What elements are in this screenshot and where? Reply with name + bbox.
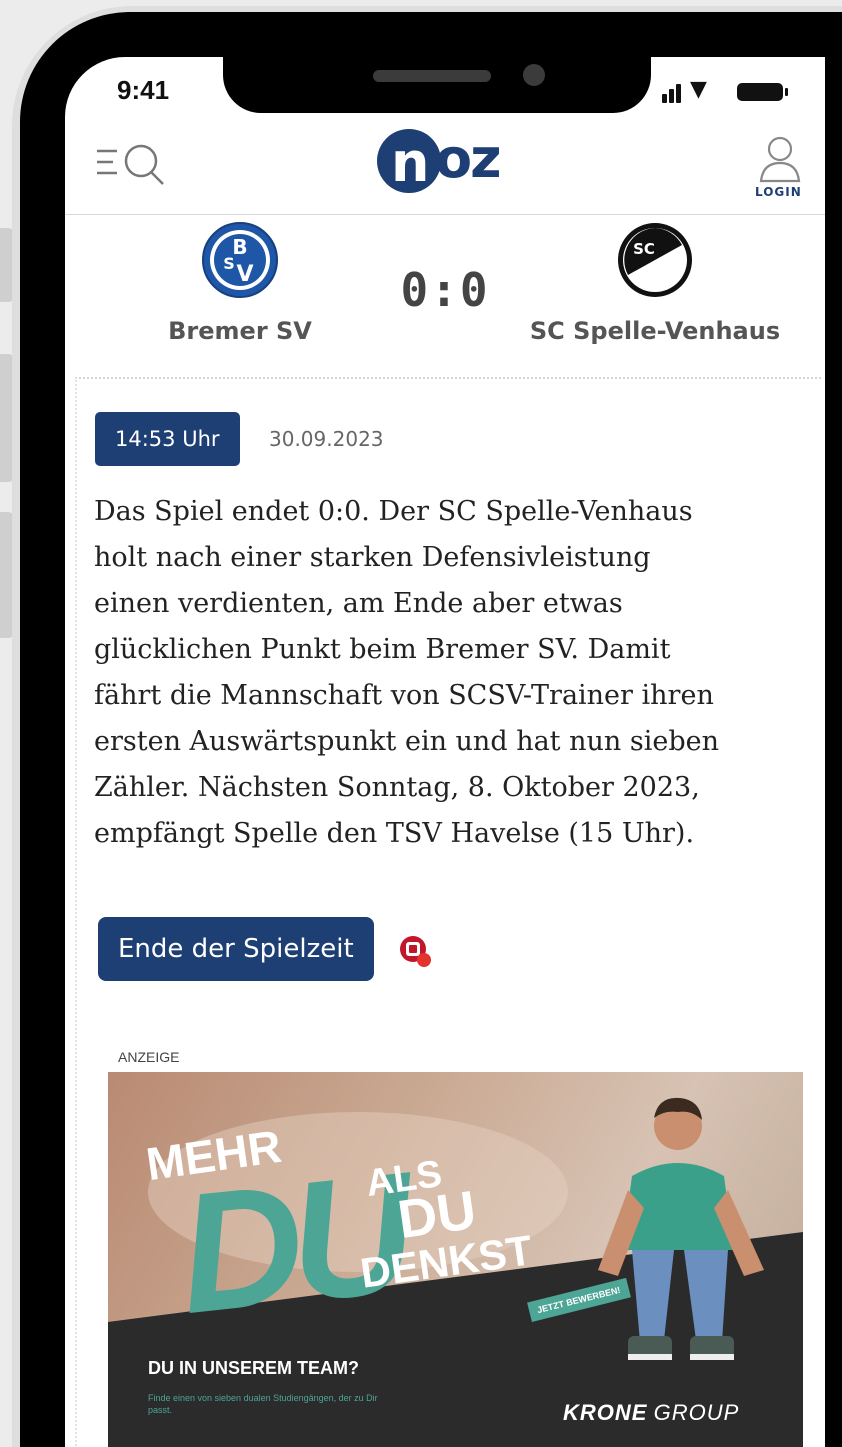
status-time: 9:41: [117, 75, 170, 105]
phone-screen: 9:41 ▼ n oz LOGIN B S V Bremer SV 0:0 SC…: [65, 57, 825, 1447]
ad-brand-light: GROUP: [653, 1400, 740, 1425]
notch: [223, 57, 651, 113]
ad-label: ANZEIGE: [118, 1049, 180, 1065]
ad-subline: Finde einen von sieben dualen Studiengän…: [148, 1393, 378, 1415]
ad-brand-logo: KRONE GROUP: [563, 1400, 739, 1426]
logo-letters-oz: oz: [435, 127, 502, 190]
ad-brand-bold: KRONE: [563, 1400, 648, 1425]
home-team-name: Bremer SV: [168, 317, 312, 345]
entry-date: 30.09.2023: [269, 427, 384, 451]
noz-logo[interactable]: n oz: [377, 125, 527, 197]
logo-circle: n: [377, 129, 441, 194]
ticker-entry-card: 14:53 Uhr 30.09.2023 Das Spiel endet 0:0…: [75, 377, 821, 1447]
bremer-sv-crest-icon: B S V: [202, 222, 278, 298]
wifi-icon: ▼: [690, 77, 707, 102]
advertisement-banner[interactable]: DU MEHR ALS DU DENKST JETZT BEWERBEN! DU…: [108, 1072, 803, 1447]
end-of-match-button[interactable]: Ende der Spielzeit: [98, 917, 374, 981]
status-icons: ▼: [650, 77, 810, 103]
user-icon: [759, 136, 801, 183]
ticker-text: Das Spiel endet 0:0. Der SC Spelle-Venha…: [94, 496, 719, 849]
match-scoreboard: B S V Bremer SV 0:0 SC SC Spelle-Venhaus: [65, 215, 825, 383]
home-team[interactable]: B S V Bremer SV: [135, 221, 345, 345]
logo-letter-n: n: [391, 131, 430, 194]
away-team[interactable]: SC SC Spelle-Venhaus: [505, 221, 805, 345]
time-badge: 14:53 Uhr: [95, 412, 240, 466]
menu-search-icon[interactable]: [95, 141, 169, 185]
away-crest-text: SC: [633, 240, 655, 258]
speaker-grille: [373, 70, 491, 82]
away-team-name: SC Spelle-Venhaus: [529, 317, 781, 345]
status-bar: 9:41 ▼: [65, 57, 825, 117]
battery-icon: [737, 83, 788, 101]
ad-person-illustration: [598, 1097, 764, 1360]
sc-spelle-venhaus-crest-icon: SC: [618, 223, 692, 297]
svg-text:S: S: [223, 254, 235, 273]
login-button[interactable]: LOGIN: [747, 135, 813, 205]
login-label: LOGIN: [755, 185, 802, 199]
whistle-stop-icon: [400, 936, 431, 967]
front-camera: [523, 64, 545, 86]
match-score: 0:0: [400, 263, 490, 317]
ad-headline: DU IN UNSEREM TEAM?: [148, 1358, 359, 1378]
svg-text:V: V: [236, 262, 253, 287]
app-header: n oz LOGIN: [65, 117, 825, 215]
cellular-signal-icon: [650, 79, 684, 103]
